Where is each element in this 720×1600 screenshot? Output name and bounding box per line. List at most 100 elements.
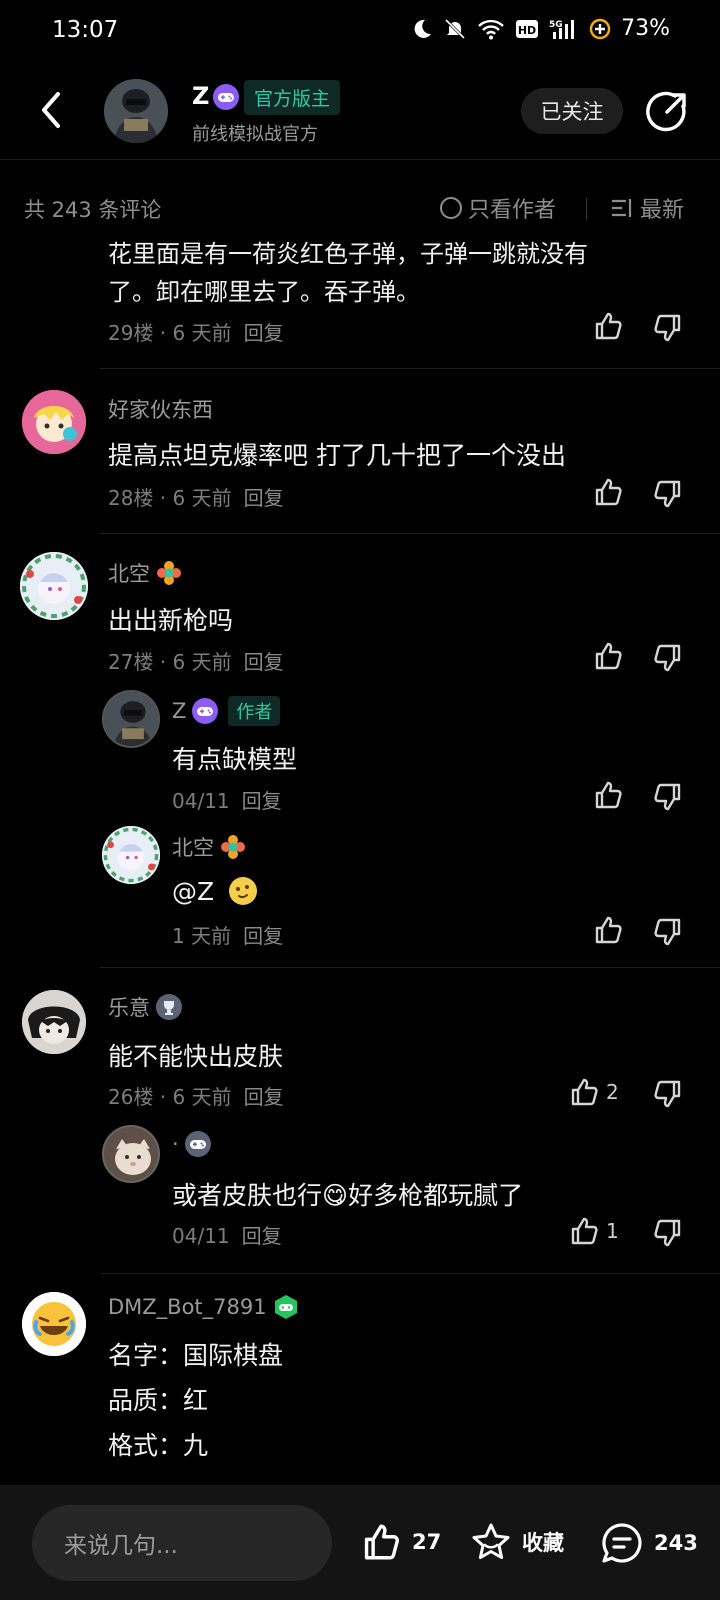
comment-count-bottom: 243 [654,1531,698,1555]
comment-floor: 27楼 · 6 天前 [108,650,232,674]
reply-button[interactable]: 回复 [244,486,284,510]
gamepad-badge-icon [192,698,218,724]
comments-button[interactable]: 243 [600,1521,698,1565]
bottom-action-bar: 来说几句... 27 收藏 243 [0,1485,720,1600]
only-author-toggle[interactable]: 只看作者 [440,192,556,224]
thumb-up-icon[interactable] [592,640,624,672]
official-moderator-tag: 官方版主 [244,80,341,115]
thumb-up-icon[interactable] [592,310,624,342]
reply-date: 1 天前 [172,924,232,948]
favorite-button[interactable]: 收藏 [470,1521,564,1563]
comment-username[interactable]: 北空 [108,558,182,588]
post-like-count: 27 [412,1530,442,1554]
author-tag: 作者 [228,696,281,726]
reply-avatar[interactable] [102,826,160,884]
thumb-down-icon[interactable] [652,312,684,344]
post-like-button[interactable]: 27 [360,1521,441,1563]
comment-text: 出出新枪吗 [108,606,234,635]
reply-meta: 1 天前 回复 [172,920,283,949]
sort-label: 最新 [640,198,685,223]
comment-count: 共 243 条评论 [24,198,162,222]
author-subtitle: 前线模拟战官方 [192,124,318,145]
comment-text: 提高点坦克爆率吧 打了几十把了一个没出 [108,441,566,470]
toolbar-divider [586,198,587,220]
status-time: 13:07 [52,17,119,43]
reply-avatar[interactable] [102,1125,160,1183]
reply-button[interactable]: 回复 [244,1085,284,1109]
comment-divider [100,368,720,369]
user-avatar[interactable] [22,390,86,454]
like-count: 1 [606,1219,619,1243]
comment-username[interactable]: 好家伙东西 [108,394,213,424]
comment-text: 品质：红 [108,1386,209,1415]
comment-text: 格式：九 [108,1431,209,1460]
user-avatar[interactable] [20,552,88,620]
comment-list[interactable]: 花里面是有一荷炎红色子弹，子弹一跳就没有 了。卸在哪里去了。吞子弹。 29楼 ·… [0,240,720,1485]
comment-bubble-icon [602,1523,642,1563]
like-count: 2 [606,1080,619,1104]
reply-username[interactable]: Z 作者 [172,696,281,726]
gamepad-badge-icon [184,1131,211,1157]
battery-level: 73% [621,16,670,41]
reply-username[interactable]: 北空 [172,832,246,862]
reply-button[interactable]: 回复 [243,924,283,948]
thumb-up-icon[interactable] [592,476,624,508]
author-name[interactable]: Z [192,82,209,110]
smile-emoji-icon [229,877,258,905]
share-icon[interactable] [645,90,689,134]
star-icon [472,1523,510,1559]
reply-button[interactable]: 回复 [242,1224,282,1248]
thumb-down-icon[interactable] [652,781,684,813]
reply-meta: 04/11 回复 [172,1220,282,1249]
status-bar: 13:07 HD 5G 73% [0,0,720,66]
user-avatar[interactable] [22,990,86,1054]
favorite-label: 收藏 [522,1531,564,1555]
comment-text: 了。卸在哪里去了。吞子弹。 [108,278,420,306]
sort-icon [612,199,632,217]
comment-floor: 29楼 · 6 天前 [108,321,232,345]
reply-avatar[interactable] [102,690,160,748]
reply-username[interactable]: · [172,1131,211,1157]
thumb-down-icon[interactable] [652,1078,684,1110]
comment-floor: 26楼 · 6 天前 [108,1085,232,1109]
reply-date: 04/11 [172,1224,230,1248]
signal-5g-icon: 5G [549,19,575,39]
comment-divider [100,533,720,534]
comment-meta: 27楼 · 6 天前 回复 [108,646,284,675]
like-button[interactable]: 1 [568,1215,619,1247]
like-button[interactable]: 2 [568,1076,619,1108]
comment-text: 花里面是有一荷炎红色子弹，子弹一跳就没有 [108,240,588,268]
battery-icon [589,18,611,39]
comment-input[interactable]: 来说几句... [32,1505,332,1581]
comment-divider [100,967,720,968]
sort-button[interactable]: 最新 [610,192,684,224]
thumb-up-icon [568,1076,600,1108]
thumb-down-icon[interactable] [652,916,684,948]
reply-button[interactable]: 回复 [242,789,282,813]
back-button[interactable] [34,90,70,130]
thumb-up-icon[interactable] [592,914,624,946]
comment-meta: 29楼 · 6 天前 回复 [108,317,284,346]
comment-floor: 28楼 · 6 天前 [108,486,232,510]
gamepad-badge-icon [274,1295,297,1319]
comment-username[interactable]: DMZ_Bot_7891 [108,1294,299,1320]
follow-button[interactable]: 已关注 [521,88,623,134]
thumb-down-icon[interactable] [652,642,684,674]
reply-text: 或者皮肤也行😋好多枪都玩腻了 [172,1181,524,1210]
reply-button[interactable]: 回复 [244,650,284,674]
thumb-up-icon[interactable] [592,779,624,811]
comment-divider [100,1273,720,1274]
only-author-label: 只看作者 [468,198,557,223]
reply-text: @Z [172,876,258,906]
author-avatar[interactable] [104,79,168,143]
user-avatar[interactable] [22,1292,86,1356]
thumb-down-icon[interactable] [652,1217,684,1249]
post-header: Z 官方版主 前线模拟战官方 已关注 [0,70,720,160]
moon-icon [414,19,432,38]
comment-meta: 26楼 · 6 天前 回复 [108,1081,284,1110]
wifi-icon [478,19,504,39]
comment-username[interactable]: 乐意 [108,992,182,1022]
thumb-down-icon[interactable] [652,478,684,510]
comment-text: 名字：国际棋盘 [108,1341,284,1370]
reply-button[interactable]: 回复 [244,321,284,345]
